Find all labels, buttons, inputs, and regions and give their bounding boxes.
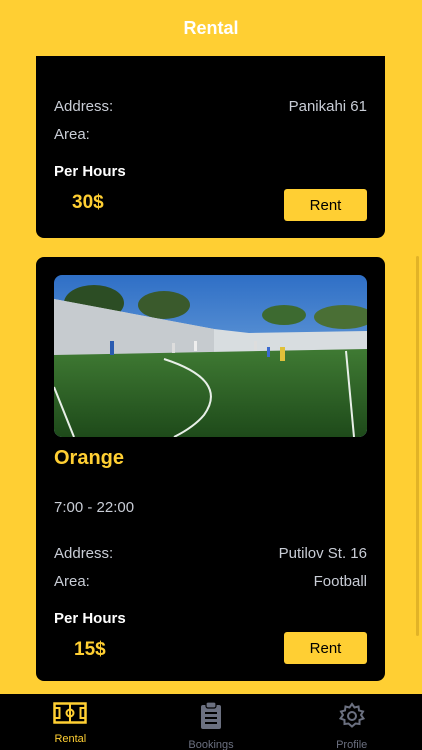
per-hours-label: Per Hours [54, 610, 126, 627]
football-field-photo [54, 275, 367, 437]
tab-label: Bookings [188, 739, 234, 750]
clipboard-icon [200, 701, 222, 735]
address-row: Address: Panikahi 61 [54, 98, 367, 115]
area-label: Area: [54, 126, 90, 143]
opening-hours: 7:00 - 22:00 [54, 499, 135, 516]
scrollbar[interactable] [416, 256, 419, 636]
rental-list[interactable]: Address: Panikahi 61 Area: Per Hours 30$… [0, 56, 422, 694]
area-value: Football [313, 573, 367, 590]
price: 30$ [72, 192, 104, 213]
area-row: Area: [54, 126, 367, 143]
field-name: Orange [54, 447, 125, 469]
rental-card: Orange 7:00 - 22:00 Address: Putilov St.… [36, 257, 385, 681]
rent-button[interactable]: Rent [284, 632, 367, 664]
address-label: Address: [54, 545, 114, 562]
tab-profile[interactable]: Profile [281, 694, 422, 750]
rental-card: Address: Panikahi 61 Area: Per Hours 30$… [36, 56, 385, 238]
per-hours-label: Per Hours [54, 163, 126, 180]
area-label: Area: [54, 573, 90, 590]
address-value: Putilov St. 16 [278, 545, 367, 562]
app-header: Rental [0, 0, 422, 56]
gear-icon [338, 702, 366, 735]
price: 15$ [74, 639, 106, 660]
address-value: Panikahi 61 [288, 98, 367, 115]
tab-bookings[interactable]: Bookings [141, 694, 282, 750]
tab-bar: Rental Bookings Profile [0, 694, 422, 750]
area-row: Area: Football [54, 573, 367, 590]
address-row: Address: Putilov St. 16 [54, 545, 367, 562]
tab-label: Profile [336, 739, 368, 750]
tab-label: Rental [54, 733, 87, 745]
rent-button[interactable]: Rent [284, 189, 367, 221]
address-label: Address: [54, 98, 114, 115]
pitch-icon [53, 702, 88, 729]
page-title: Rental [183, 17, 239, 38]
tab-rental[interactable]: Rental [0, 694, 141, 750]
